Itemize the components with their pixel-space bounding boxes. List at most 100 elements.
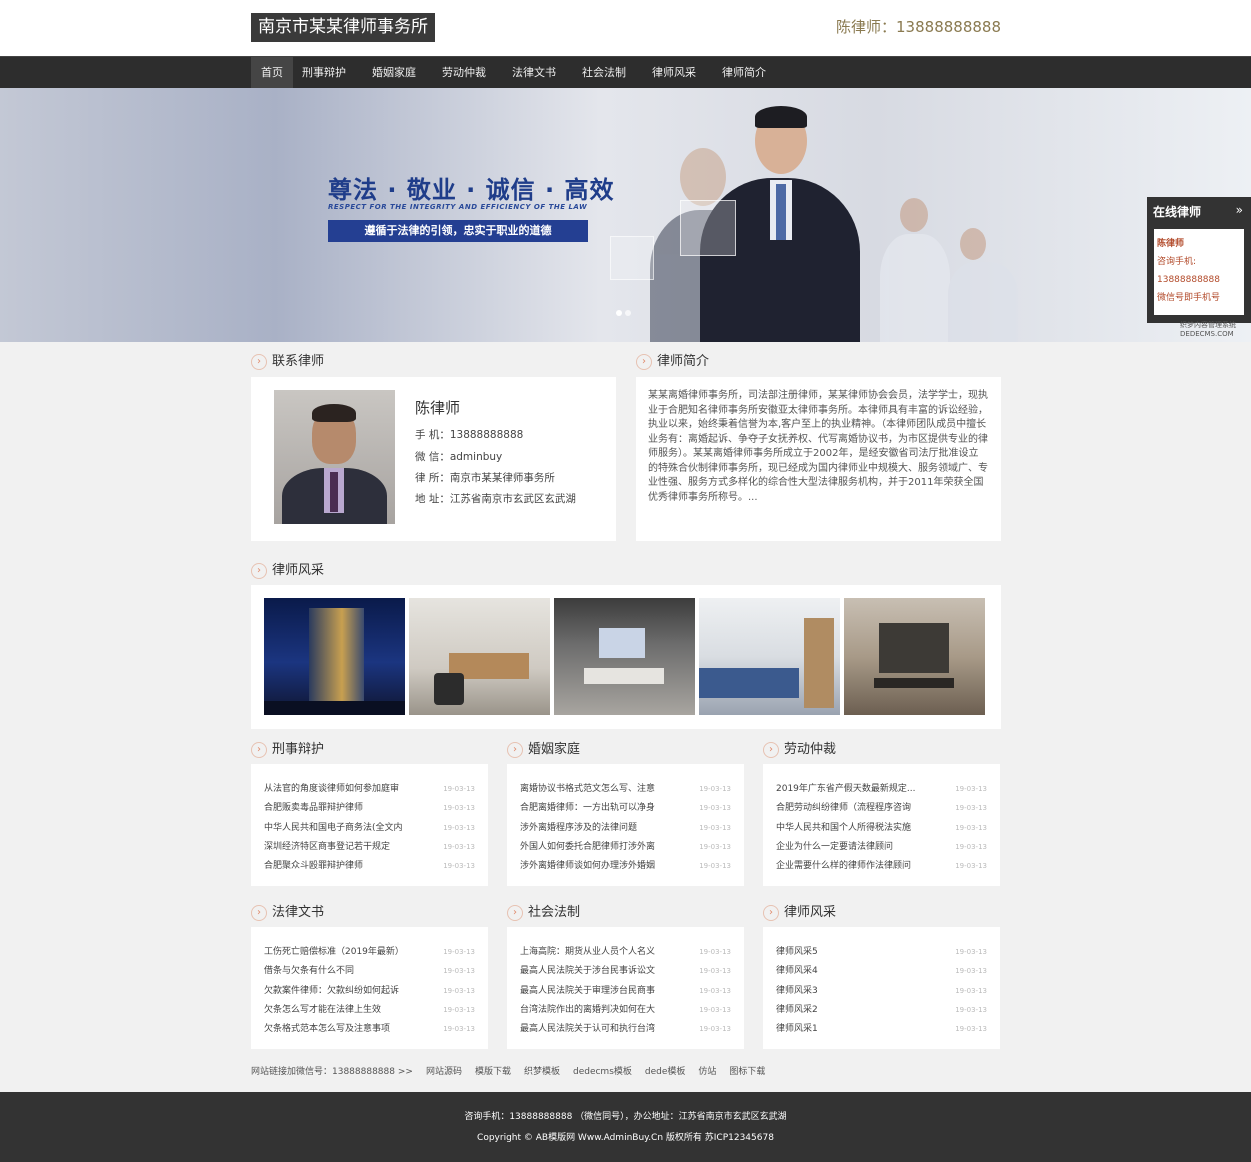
online-item[interactable]: 陈律师 (1157, 235, 1241, 253)
list-item[interactable]: 企业需要什么样的律师作法律顾问 19-03-13 (776, 857, 987, 876)
list-item[interactable]: 中华人民共和国电子商务法(全文内 19-03-13 (264, 819, 475, 838)
section-card: 律师风采5 19-03-13 律师风采4 19-03-13 律师风采3 19-03-13 律… (763, 927, 1000, 1049)
list-item[interactable]: 工伤死亡赔偿标准（2019年最新） 19-03-13 (264, 943, 475, 962)
list-item-title[interactable]: 最高人民法院关于认可和执行台湾 (520, 1020, 685, 1039)
list-item-title[interactable]: 企业为什么一定要请法律顾问 (776, 838, 941, 857)
lawyer-firm: 律 所：南京市某某律师事务所 (415, 472, 555, 484)
list-item[interactable]: 最高人民法院关于认可和执行台湾 19-03-13 (520, 1020, 731, 1039)
list-item[interactable]: 律师风采5 19-03-13 (776, 943, 987, 962)
list-item[interactable]: 律师风采3 19-03-13 (776, 982, 987, 1001)
list-item[interactable]: 合肥贩卖毒品罪辩护律师 19-03-13 (264, 799, 475, 818)
list-item[interactable]: 从法官的角度谈律师如何参加庭审 19-03-13 (264, 780, 475, 799)
list-item[interactable]: 台湾法院作出的离婚判决如何在大 19-03-13 (520, 1001, 731, 1020)
gallery-image-lounge[interactable] (844, 598, 985, 715)
friend-link[interactable]: 图标下载 (729, 1064, 765, 1077)
list-item-title[interactable]: 涉外离婚程序涉及的法律问题 (520, 819, 685, 838)
list-item[interactable]: 律师风采1 19-03-13 (776, 1020, 987, 1039)
list-item[interactable]: 合肥劳动纠纷律师（流程程序咨询 19-03-13 (776, 799, 987, 818)
list-item-title[interactable]: 最高人民法院关于审理涉台民商事 (520, 982, 685, 1001)
intro-section-title: › 律师简介 (636, 353, 709, 371)
list-item-title[interactable]: 律师风采1 (776, 1020, 941, 1039)
nav-item-society[interactable]: 社会法制 (573, 57, 635, 89)
list-item[interactable]: 欠条格式范本怎么写及注意事项 19-03-13 (264, 1020, 475, 1039)
list-item-date: 19-03-13 (955, 967, 987, 976)
list-item-title[interactable]: 欠条怎么写才能在法律上生效 (264, 1001, 429, 1020)
list-item-title[interactable]: 律师风采5 (776, 943, 941, 962)
friend-link[interactable]: dede模板 (645, 1064, 686, 1077)
list-item-title[interactable]: 台湾法院作出的离婚判决如何在大 (520, 1001, 685, 1020)
list-item[interactable]: 合肥聚众斗殴罪辩护律师 19-03-13 (264, 857, 475, 876)
list-item-title[interactable]: 工伤死亡赔偿标准（2019年最新） (264, 943, 429, 962)
list-item-title[interactable]: 从法官的角度谈律师如何参加庭审 (264, 780, 429, 799)
gallery-image-meeting-room[interactable] (554, 598, 695, 715)
banner-dot-1[interactable] (616, 310, 622, 316)
banner-glass-square (680, 200, 736, 256)
list-item-title[interactable]: 中华人民共和国个人所得税法实施 (776, 819, 941, 838)
news-list: 工伤死亡赔偿标准（2019年最新） 19-03-13 借条与欠条有什么不同 19-03… (264, 943, 475, 1039)
list-item[interactable]: 中华人民共和国个人所得税法实施 19-03-13 (776, 819, 987, 838)
list-item-title[interactable]: 深圳经济特区商事登记若干规定 (264, 838, 429, 857)
list-item[interactable]: 借条与欠条有什么不同 19-03-13 (264, 962, 475, 981)
list-item-title[interactable]: 合肥贩卖毒品罪辩护律师 (264, 799, 429, 818)
list-item-title[interactable]: 律师风采2 (776, 1001, 941, 1020)
list-item[interactable]: 最高人民法院关于涉台民事诉讼文 19-03-13 (520, 962, 731, 981)
nav-item-criminal[interactable]: 刑事辩护 (293, 57, 355, 89)
collapse-arrow-icon[interactable]: » (1236, 203, 1243, 217)
list-item-date: 19-03-13 (443, 948, 475, 956)
list-item-date: 19-03-13 (955, 1005, 987, 1014)
lawyer-address: 地 址：江苏省南京市玄武区玄武湖 (415, 493, 576, 505)
list-item[interactable]: 涉外离婚程序涉及的法律问题 19-03-13 (520, 819, 731, 838)
nav-item-labor[interactable]: 劳动仲裁 (433, 57, 495, 89)
list-item[interactable]: 深圳经济特区商事登记若干规定 19-03-13 (264, 838, 475, 857)
site-logo[interactable]: 南京市某某律师事务所 (251, 13, 435, 42)
gallery-image-office[interactable] (409, 598, 550, 715)
friend-link[interactable]: 仿站 (698, 1064, 716, 1077)
list-item[interactable]: 涉外离婚律师谈如何办理涉外婚姻 19-03-13 (520, 857, 731, 876)
nav-item-marriage[interactable]: 婚姻家庭 (363, 57, 425, 89)
list-item-title[interactable]: 合肥劳动纠纷律师（流程程序咨询 (776, 799, 941, 818)
list-item-title[interactable]: 离婚协议书格式范文怎么写、注意 (520, 780, 685, 799)
hero-banner[interactable]: 尊法 · 敬业 · 诚信 · 高效 RESPECT FOR THE INTEGR… (0, 88, 1251, 342)
list-item-title[interactable]: 企业需要什么样的律师作法律顾问 (776, 857, 941, 876)
list-item-title[interactable]: 2019年广东省产假天数最新规定... (776, 780, 941, 799)
nav-item-documents[interactable]: 法律文书 (503, 57, 565, 89)
list-item-title[interactable]: 借条与欠条有什么不同 (264, 962, 429, 981)
gallery-image-workspace[interactable] (699, 598, 840, 715)
list-item[interactable]: 离婚协议书格式范文怎么写、注意 19-03-13 (520, 780, 731, 799)
list-item[interactable]: 2019年广东省产假天数最新规定... 19-03-13 (776, 780, 987, 799)
list-item-title[interactable]: 欠款案件律师：欠款纠纷如何起诉 (264, 982, 429, 1001)
list-item-date: 19-03-13 (699, 823, 731, 832)
list-item[interactable]: 欠款案件律师：欠款纠纷如何起诉 19-03-13 (264, 982, 475, 1001)
list-item-title[interactable]: 欠条格式范本怎么写及注意事项 (264, 1020, 429, 1039)
list-item[interactable]: 合肥离婚律师：一方出轨可以净身 19-03-13 (520, 799, 731, 818)
online-item[interactable]: 13888888888 (1157, 271, 1241, 289)
list-item-title[interactable]: 中华人民共和国电子商务法(全文内 (264, 819, 429, 838)
nav-item-home[interactable]: 首页 (251, 57, 293, 89)
friend-link[interactable]: dedecms模板 (573, 1064, 632, 1077)
nav-item-profile[interactable]: 律师简介 (713, 57, 775, 89)
list-item[interactable]: 上海高院：期货从业人员个人名义 19-03-13 (520, 943, 731, 962)
list-item[interactable]: 企业为什么一定要请法律顾问 19-03-13 (776, 838, 987, 857)
list-item-title[interactable]: 合肥聚众斗殴罪辩护律师 (264, 857, 429, 876)
nav-item-style[interactable]: 律师风采 (643, 57, 705, 89)
list-item[interactable]: 律师风采4 19-03-13 (776, 962, 987, 981)
list-item-title[interactable]: 上海高院：期货从业人员个人名义 (520, 943, 685, 962)
list-item[interactable]: 欠条怎么写才能在法律上生效 19-03-13 (264, 1001, 475, 1020)
friend-link[interactable]: 织梦模板 (524, 1064, 560, 1077)
list-item-title[interactable]: 最高人民法院关于涉台民事诉讼文 (520, 962, 685, 981)
list-item[interactable]: 最高人民法院关于审理涉台民商事 19-03-13 (520, 982, 731, 1001)
banner-dot-2[interactable] (625, 310, 631, 316)
chevron-right-icon: › (251, 354, 267, 370)
friend-link[interactable]: 模版下载 (475, 1064, 511, 1077)
list-item-title[interactable]: 涉外离婚律师谈如何办理涉外婚姻 (520, 857, 685, 876)
chevron-right-icon: › (763, 905, 779, 921)
list-item-title[interactable]: 合肥离婚律师：一方出轨可以净身 (520, 799, 685, 818)
list-item[interactable]: 外国人如何委托合肥律师打涉外离 19-03-13 (520, 838, 731, 857)
friend-link[interactable]: 网站链接加微信号：13888888888 >> (251, 1064, 413, 1077)
list-item[interactable]: 律师风采2 19-03-13 (776, 1001, 987, 1020)
list-item-title[interactable]: 律师风采4 (776, 962, 941, 981)
friend-link[interactable]: 网站源码 (426, 1064, 462, 1077)
gallery-image-building[interactable] (264, 598, 405, 715)
list-item-title[interactable]: 外国人如何委托合肥律师打涉外离 (520, 838, 685, 857)
list-item-title[interactable]: 律师风采3 (776, 982, 941, 1001)
